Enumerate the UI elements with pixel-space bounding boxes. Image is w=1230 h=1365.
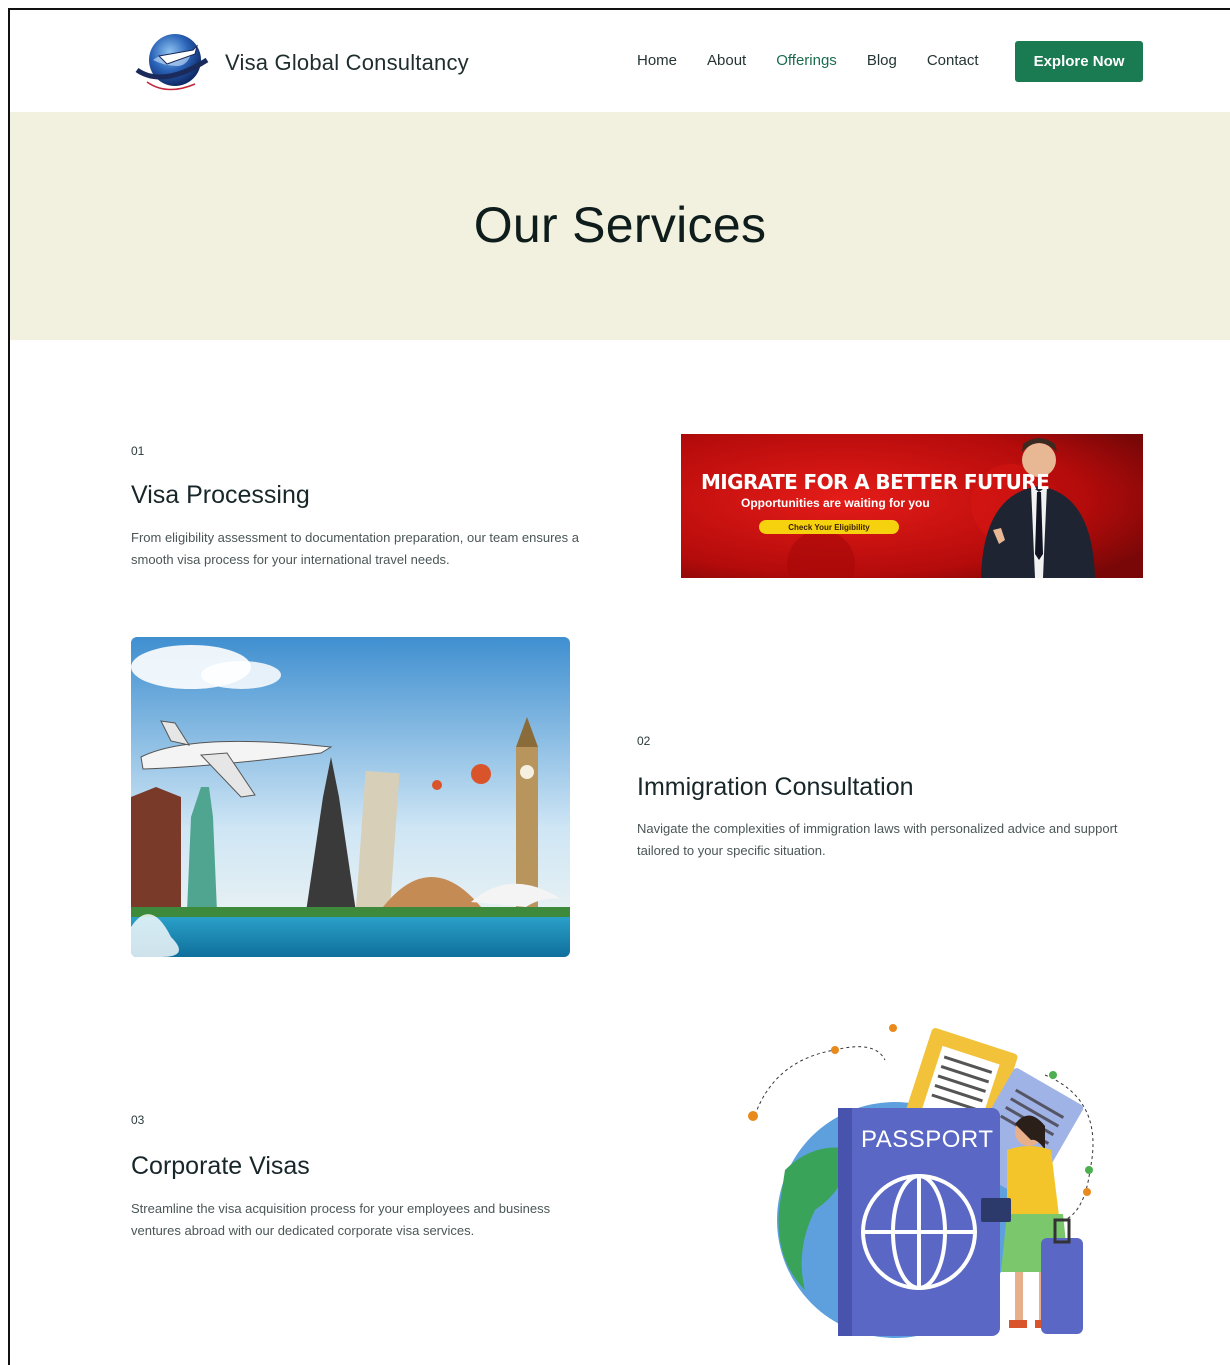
- service-title: Corporate Visas: [131, 1152, 310, 1180]
- passport-travel-illustration: PASSPORT: [745, 1020, 1110, 1340]
- service-number: 03: [131, 1113, 145, 1127]
- main-nav: Home About Offerings Blog Contact: [637, 52, 1009, 69]
- nav-contact[interactable]: Contact: [927, 52, 979, 69]
- service-description: From eligibility assessment to documenta…: [131, 530, 579, 567]
- nav-about[interactable]: About: [707, 52, 746, 69]
- banner-headline: MIGRATE FOR A BETTER FUTURE: [701, 470, 1050, 494]
- service-number: 02: [637, 734, 651, 748]
- service-number: 01: [131, 444, 145, 458]
- nav-offerings[interactable]: Offerings: [776, 52, 837, 69]
- service-description: Streamline the visa acquisition process …: [131, 1201, 551, 1238]
- service-title: Immigration Consultation: [637, 773, 914, 801]
- passport-label: PASSPORT: [861, 1126, 994, 1153]
- page-title: Our Services: [473, 197, 767, 253]
- hero-banner: Our Services: [10, 112, 1230, 340]
- banner-subline: Opportunities are waiting for you: [741, 496, 930, 510]
- service-description: Navigate the complexities of immigration…: [637, 821, 1118, 858]
- logo[interactable]: Visa Global Consultancy: [133, 30, 469, 96]
- banner-eligibility-button: Check Your Eligibility: [759, 520, 899, 534]
- world-landmarks-image: [131, 637, 570, 957]
- nav-blog[interactable]: Blog: [867, 52, 897, 69]
- brand-name: Visa Global Consultancy: [225, 50, 469, 75]
- nav-home[interactable]: Home: [637, 52, 677, 69]
- site-header: Visa Global Consultancy Home About Offer…: [10, 10, 1230, 112]
- service-title: Visa Processing: [131, 481, 310, 509]
- globe-plane-logo-icon: [133, 30, 213, 96]
- explore-now-button[interactable]: Explore Now: [1015, 41, 1143, 82]
- migrate-banner-image: MIGRATE FOR A BETTER FUTURE Opportunitie…: [681, 434, 1143, 578]
